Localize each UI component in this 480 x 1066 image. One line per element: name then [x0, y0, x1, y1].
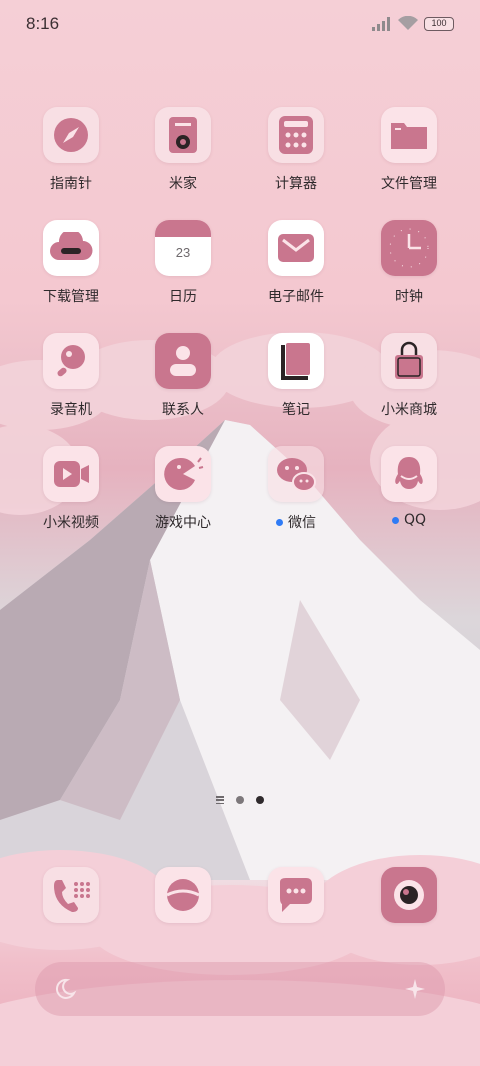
- app-wechat[interactable]: 微信: [241, 446, 351, 532]
- app-notes[interactable]: 笔记: [241, 333, 351, 419]
- signal-icon: [372, 16, 390, 31]
- page-indicator[interactable]: [0, 796, 480, 804]
- app-game-center[interactable]: 游戏中心: [128, 446, 238, 532]
- wifi-icon: [398, 16, 418, 30]
- shopping-bag-icon: [381, 333, 437, 389]
- app-label: 微信: [241, 512, 351, 532]
- app-label: 小米商城: [381, 402, 437, 418]
- dock-camera[interactable]: [354, 867, 464, 923]
- app-calendar[interactable]: 23 日历: [128, 220, 238, 306]
- calendar-icon: 23: [155, 220, 211, 276]
- page-dot-active: [256, 796, 264, 804]
- folder-icon: [381, 107, 437, 163]
- phone-icon: [43, 867, 99, 923]
- status-bar: 8:16 100: [0, 0, 480, 52]
- feed-page-icon: [216, 796, 224, 804]
- battery-indicator: 100: [424, 16, 454, 31]
- search-bar[interactable]: [35, 962, 445, 1016]
- app-label: 米家: [169, 176, 197, 192]
- download-cloud-icon: [43, 220, 99, 276]
- app-downloads[interactable]: 下载管理: [16, 220, 126, 306]
- app-email[interactable]: 电子邮件: [241, 220, 351, 306]
- mijia-icon: [155, 107, 211, 163]
- app-label: 时钟: [395, 289, 423, 305]
- calculator-icon: [268, 107, 324, 163]
- app-label: 指南针: [50, 176, 92, 192]
- app-compass[interactable]: 指南针: [16, 107, 126, 193]
- app-qq[interactable]: QQ: [354, 446, 464, 528]
- sparkle-icon[interactable]: [403, 977, 427, 1001]
- new-notification-dot: [276, 518, 283, 526]
- clock-icon: [381, 220, 437, 276]
- app-calculator[interactable]: 计算器: [241, 107, 351, 193]
- app-label: 游戏中心: [155, 515, 211, 531]
- app-label: 电子邮件: [268, 289, 324, 305]
- recorder-icon: [43, 333, 99, 389]
- app-label: 下载管理: [43, 289, 99, 305]
- app-label: 小米视频: [43, 515, 99, 531]
- app-mijia[interactable]: 米家: [128, 107, 238, 193]
- page-dot: [236, 796, 244, 804]
- contacts-icon: [155, 333, 211, 389]
- app-label: 文件管理: [381, 176, 437, 192]
- new-notification-dot: [391, 516, 399, 524]
- app-contacts[interactable]: 联系人: [128, 333, 238, 419]
- dock-messages[interactable]: [241, 867, 351, 923]
- notes-icon: [268, 333, 324, 389]
- dock-browser[interactable]: [128, 867, 238, 923]
- video-icon: [43, 446, 99, 502]
- calendar-date: 23: [175, 245, 191, 260]
- camera-icon: [381, 867, 437, 923]
- app-label: 联系人: [162, 402, 204, 418]
- app-mi-store[interactable]: 小米商城: [354, 333, 464, 419]
- app-label: 计算器: [275, 176, 317, 192]
- status-time: 8:16: [26, 14, 60, 33]
- moon-icon: [55, 978, 77, 999]
- browser-icon: [155, 867, 211, 923]
- messages-icon: [268, 867, 324, 923]
- compass-icon: [43, 107, 99, 163]
- mail-icon: [268, 220, 324, 276]
- app-file-manager[interactable]: 文件管理: [354, 107, 464, 193]
- status-icons: 100: [372, 16, 454, 31]
- app-label: QQ: [354, 512, 464, 528]
- wechat-icon: [268, 446, 324, 502]
- app-recorder[interactable]: 录音机: [16, 333, 126, 419]
- qq-icon: [381, 446, 437, 502]
- app-label: 日历: [169, 289, 197, 305]
- game-center-icon: [155, 446, 211, 502]
- app-label-text: QQ: [403, 512, 427, 528]
- app-label: 笔记: [282, 402, 310, 418]
- app-clock[interactable]: 时钟: [354, 220, 464, 306]
- app-mi-video[interactable]: 小米视频: [16, 446, 126, 532]
- app-label-text: 微信: [288, 515, 316, 531]
- app-label: 录音机: [50, 402, 92, 418]
- dock-phone[interactable]: [16, 867, 126, 923]
